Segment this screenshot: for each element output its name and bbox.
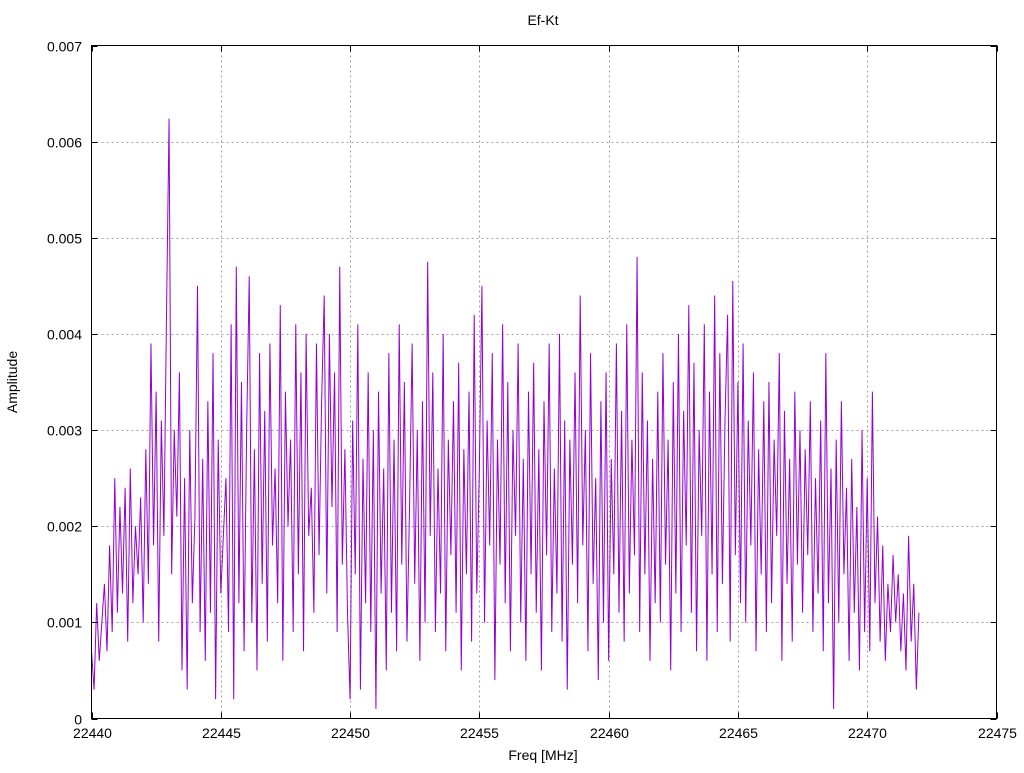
- x-tick-labels: 22440 22445 22450 22455 22460 22465 22470 22475: [73, 725, 1017, 741]
- series: [91, 118, 920, 709]
- y-tick-label: 0.006: [47, 135, 82, 151]
- y-tick-labels: 0 0.001 0.002 0.003 0.004 0.005 0.006 0.007: [47, 39, 82, 728]
- y-tick-label: 0: [74, 712, 82, 728]
- x-tick-label: 22465: [719, 725, 758, 741]
- x-tick-label: 22470: [848, 725, 887, 741]
- ticks: [91, 45, 998, 720]
- chart: Ef-Kt 22440 22445 22450 22455 22460 22465 2247…: [4, 12, 1017, 763]
- y-tick-label: 0.007: [47, 39, 82, 55]
- x-tick-label: 22445: [202, 725, 241, 741]
- y-axis-label: Amplitude: [4, 351, 20, 413]
- series-line: [91, 118, 920, 709]
- x-tick-label: 22450: [331, 725, 370, 741]
- y-tick-label: 0.005: [47, 231, 82, 247]
- chart-title: Ef-Kt: [527, 12, 558, 28]
- x-tick-label: 22475: [978, 725, 1017, 741]
- plot-border: [91, 45, 997, 719]
- x-tick-label: 22460: [590, 725, 629, 741]
- y-tick-label: 0.003: [47, 423, 82, 439]
- grid: [91, 45, 997, 719]
- x-axis-label: Freq [MHz]: [508, 747, 577, 763]
- y-tick-label: 0.001: [47, 615, 82, 631]
- x-tick-label: 22455: [460, 725, 499, 741]
- y-tick-label: 0.002: [47, 519, 82, 535]
- y-tick-label: 0.004: [47, 327, 82, 343]
